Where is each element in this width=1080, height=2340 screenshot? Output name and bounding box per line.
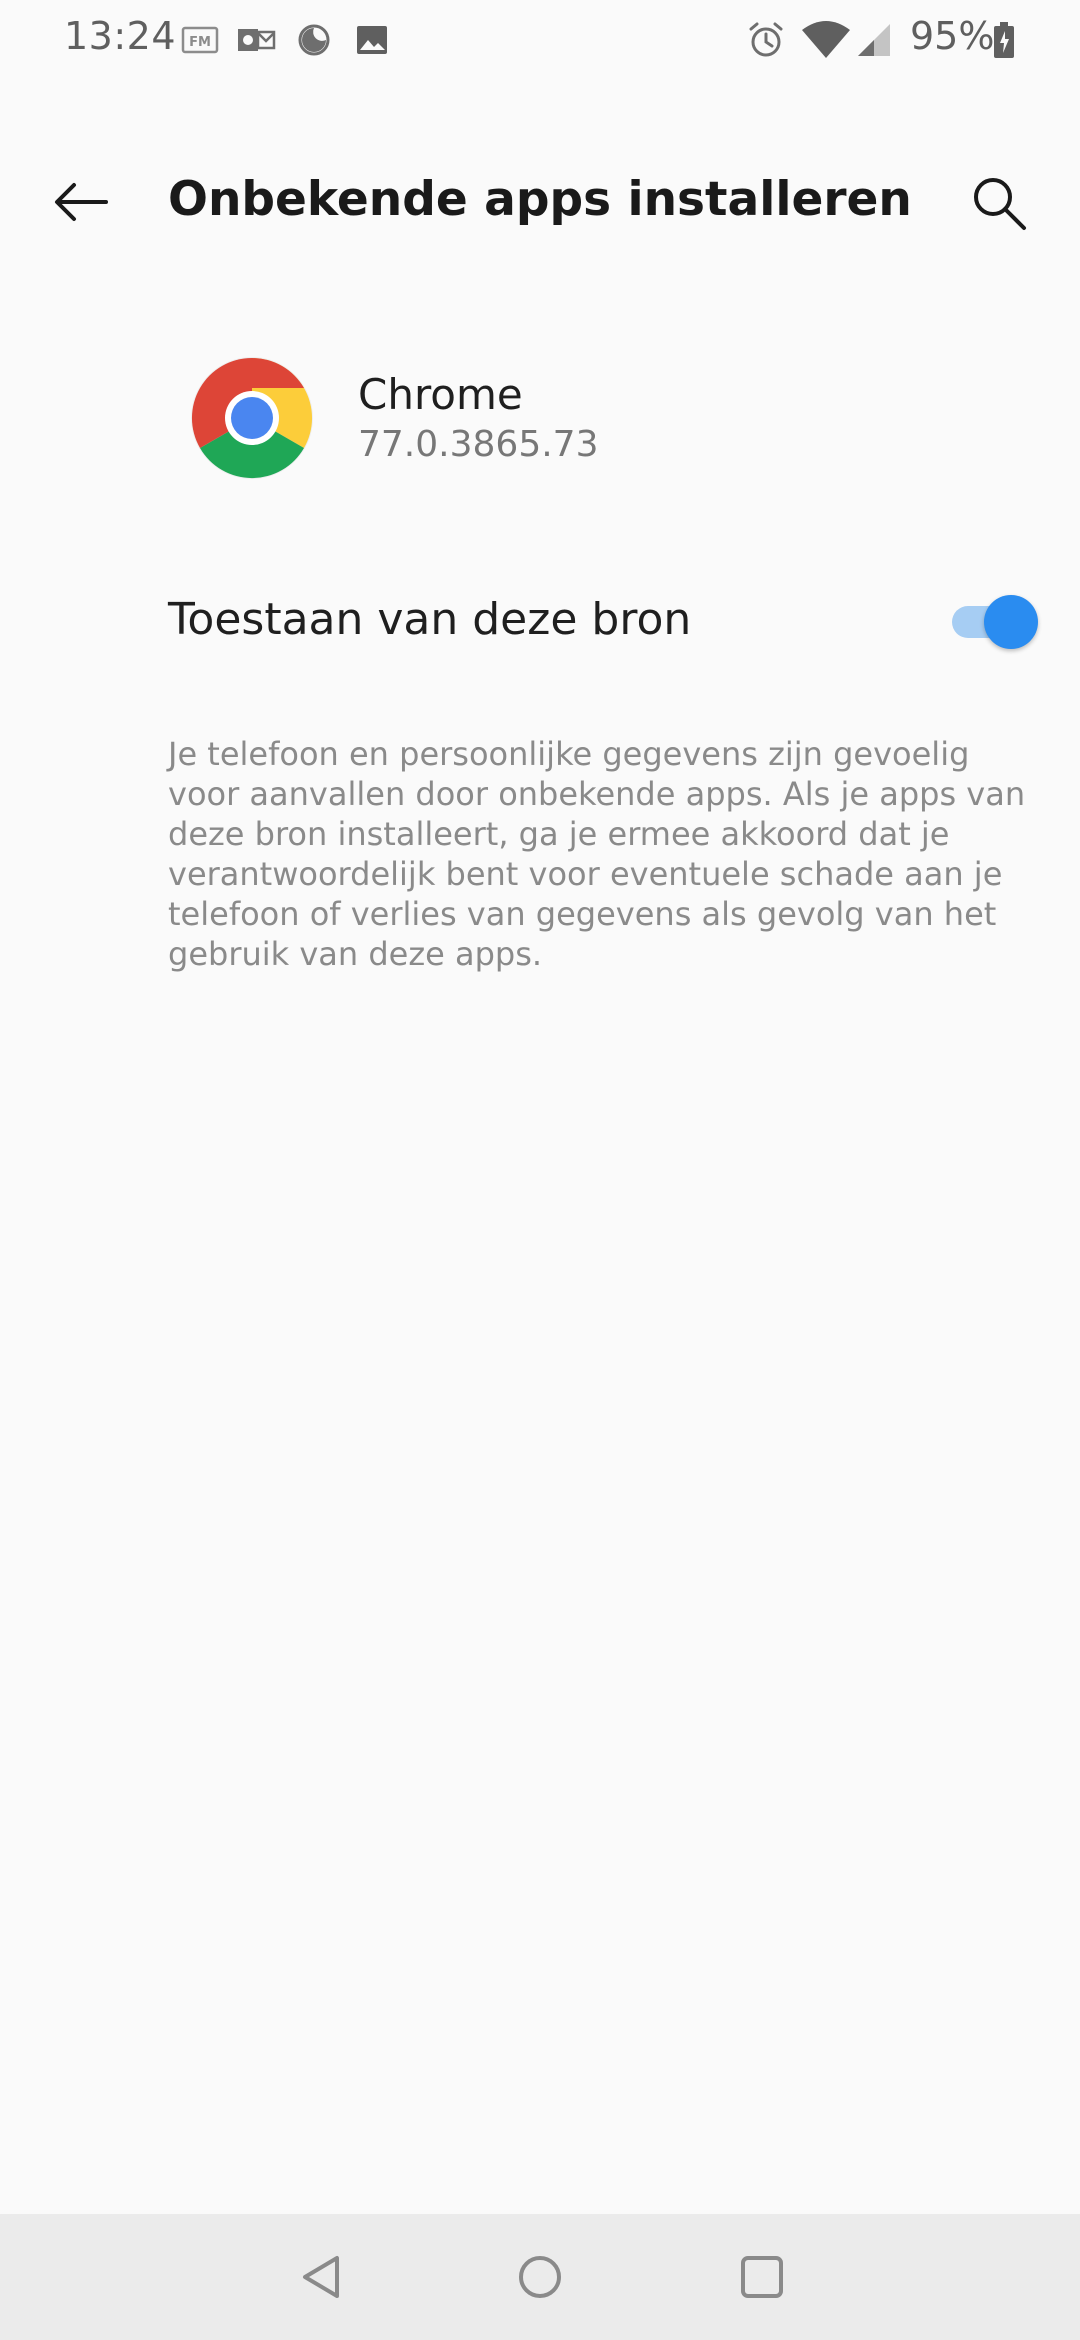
- allow-source-setting[interactable]: Toestaan van deze bron: [0, 570, 1080, 670]
- outlook-icon: [236, 20, 276, 60]
- nav-back-button[interactable]: [292, 2247, 352, 2307]
- back-nav-icon: [303, 2256, 339, 2298]
- status-time: 13:24: [64, 14, 177, 58]
- svg-text:FM: FM: [189, 35, 211, 50]
- recents-nav-icon: [741, 2256, 783, 2298]
- nav-recents-button[interactable]: [732, 2247, 792, 2307]
- alarm-icon: [746, 20, 786, 60]
- app-info: Chrome 77.0.3865.73: [0, 350, 1080, 490]
- app-version: 77.0.3865.73: [358, 424, 599, 465]
- back-button[interactable]: [44, 166, 116, 238]
- home-nav-icon: [519, 2256, 561, 2298]
- night-mode-icon: [294, 20, 334, 60]
- chrome-icon: [190, 356, 314, 480]
- arrow-back-icon: [55, 183, 108, 221]
- page-title: Onbekende apps installeren: [168, 172, 912, 227]
- gallery-icon: [352, 20, 392, 60]
- status-bar: 13:24 FM 95%: [0, 0, 1080, 80]
- app-name: Chrome: [358, 370, 523, 419]
- search-button[interactable]: [960, 164, 1040, 244]
- wifi-icon: [800, 20, 852, 60]
- search-icon: [974, 178, 1026, 230]
- toggle-thumb: [984, 595, 1038, 649]
- nav-home-button[interactable]: [510, 2247, 570, 2307]
- cell-signal-icon: [854, 20, 894, 60]
- fm-radio-icon: FM: [180, 20, 220, 60]
- battery-icon: [992, 20, 1016, 60]
- battery-percent: 95%: [910, 14, 995, 58]
- navigation-bar: [0, 2214, 1080, 2340]
- warning-text: Je telefoon en persoonlijke gegevens zij…: [168, 735, 1026, 973]
- setting-label: Toestaan van deze bron: [168, 594, 692, 645]
- allow-source-toggle[interactable]: [948, 592, 1040, 650]
